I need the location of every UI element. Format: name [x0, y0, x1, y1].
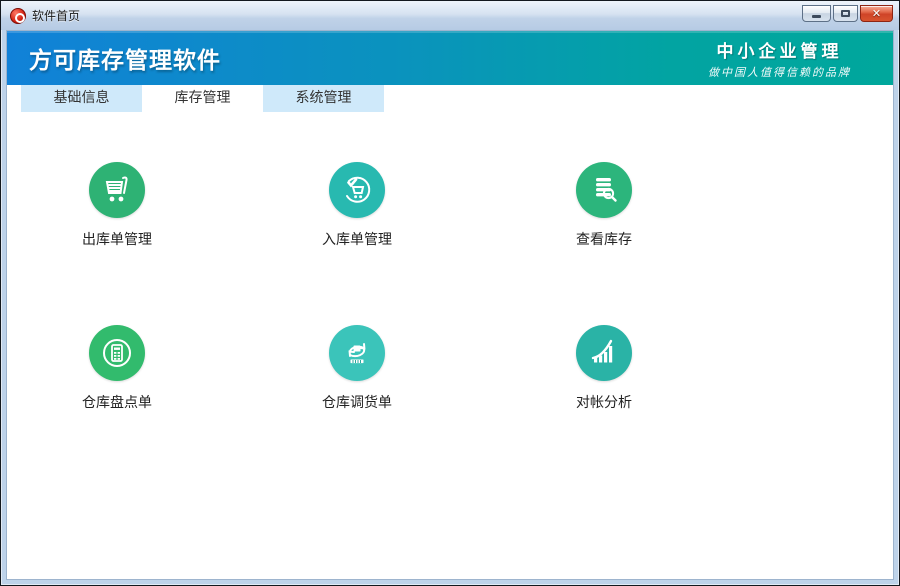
window-controls: ✕: [802, 5, 893, 22]
tile-circle: [89, 162, 145, 218]
brand-title: 中小企业管理: [708, 37, 851, 62]
tile-stocktaking[interactable]: 仓库盘点单: [51, 325, 183, 412]
maximize-icon: [841, 10, 850, 17]
tile-circle: [329, 162, 385, 218]
tile-circle: [576, 325, 632, 381]
window-title: 软件首页: [32, 7, 802, 24]
tile-circle: [576, 162, 632, 218]
brand-slogan: 做中国人值得信赖的品牌: [708, 64, 851, 80]
titlebar: 软件首页 ✕: [1, 1, 899, 30]
tile-label: 对帐分析: [576, 392, 632, 412]
cart-sync-check-icon: [341, 174, 373, 206]
stack-search-icon: [588, 174, 620, 206]
tile-label: 仓库盘点单: [82, 392, 152, 412]
tile-label: 仓库调货单: [322, 392, 392, 412]
app-logo-icon: [10, 8, 26, 24]
calculator-icon: [101, 337, 133, 369]
window-frame: 方可库存管理软件 中小企业管理 做中国人值得信赖的品牌 基础信息 库存管理 系统…: [6, 30, 894, 580]
tile-inbound-orders[interactable]: 入库单管理: [291, 162, 423, 249]
box-transfer-icon: [341, 337, 373, 369]
tile-label: 查看库存: [576, 229, 632, 249]
close-button[interactable]: ✕: [860, 5, 893, 22]
brand-block: 中小企业管理 做中国人值得信赖的品牌: [708, 37, 851, 80]
tile-view-inventory[interactable]: 查看库存: [538, 162, 670, 249]
tab-bar: 基础信息 库存管理 系统管理: [7, 85, 893, 112]
app-window: 软件首页 ✕ 方可库存管理软件 中小企业管理 做中国人值得信赖的品牌 基础信息: [0, 0, 900, 586]
tile-circle: [329, 325, 385, 381]
minimize-icon: [812, 15, 821, 18]
tab-system-management[interactable]: 系统管理: [263, 85, 384, 112]
tile-label: 出库单管理: [82, 229, 152, 249]
tile-outbound-orders[interactable]: 出库单管理: [51, 162, 183, 249]
tab-basic-info[interactable]: 基础信息: [21, 85, 142, 112]
tab-inventory-management[interactable]: 库存管理: [142, 85, 263, 112]
close-icon: ✕: [872, 8, 881, 19]
maximize-button[interactable]: [833, 5, 858, 22]
app-title: 方可库存管理软件: [29, 41, 221, 75]
app-header: 方可库存管理软件 中小企业管理 做中国人值得信赖的品牌: [7, 31, 893, 85]
tile-label: 入库单管理: [322, 229, 392, 249]
tile-grid: 出库单管理 入库单管理: [7, 112, 893, 579]
minimize-button[interactable]: [802, 5, 831, 22]
cart-full-icon: [101, 174, 133, 206]
tile-reconciliation-analysis[interactable]: 对帐分析: [538, 325, 670, 412]
chart-growth-icon: [588, 337, 620, 369]
tile-circle: [89, 325, 145, 381]
tile-transfer-orders[interactable]: 仓库调货单: [291, 325, 423, 412]
